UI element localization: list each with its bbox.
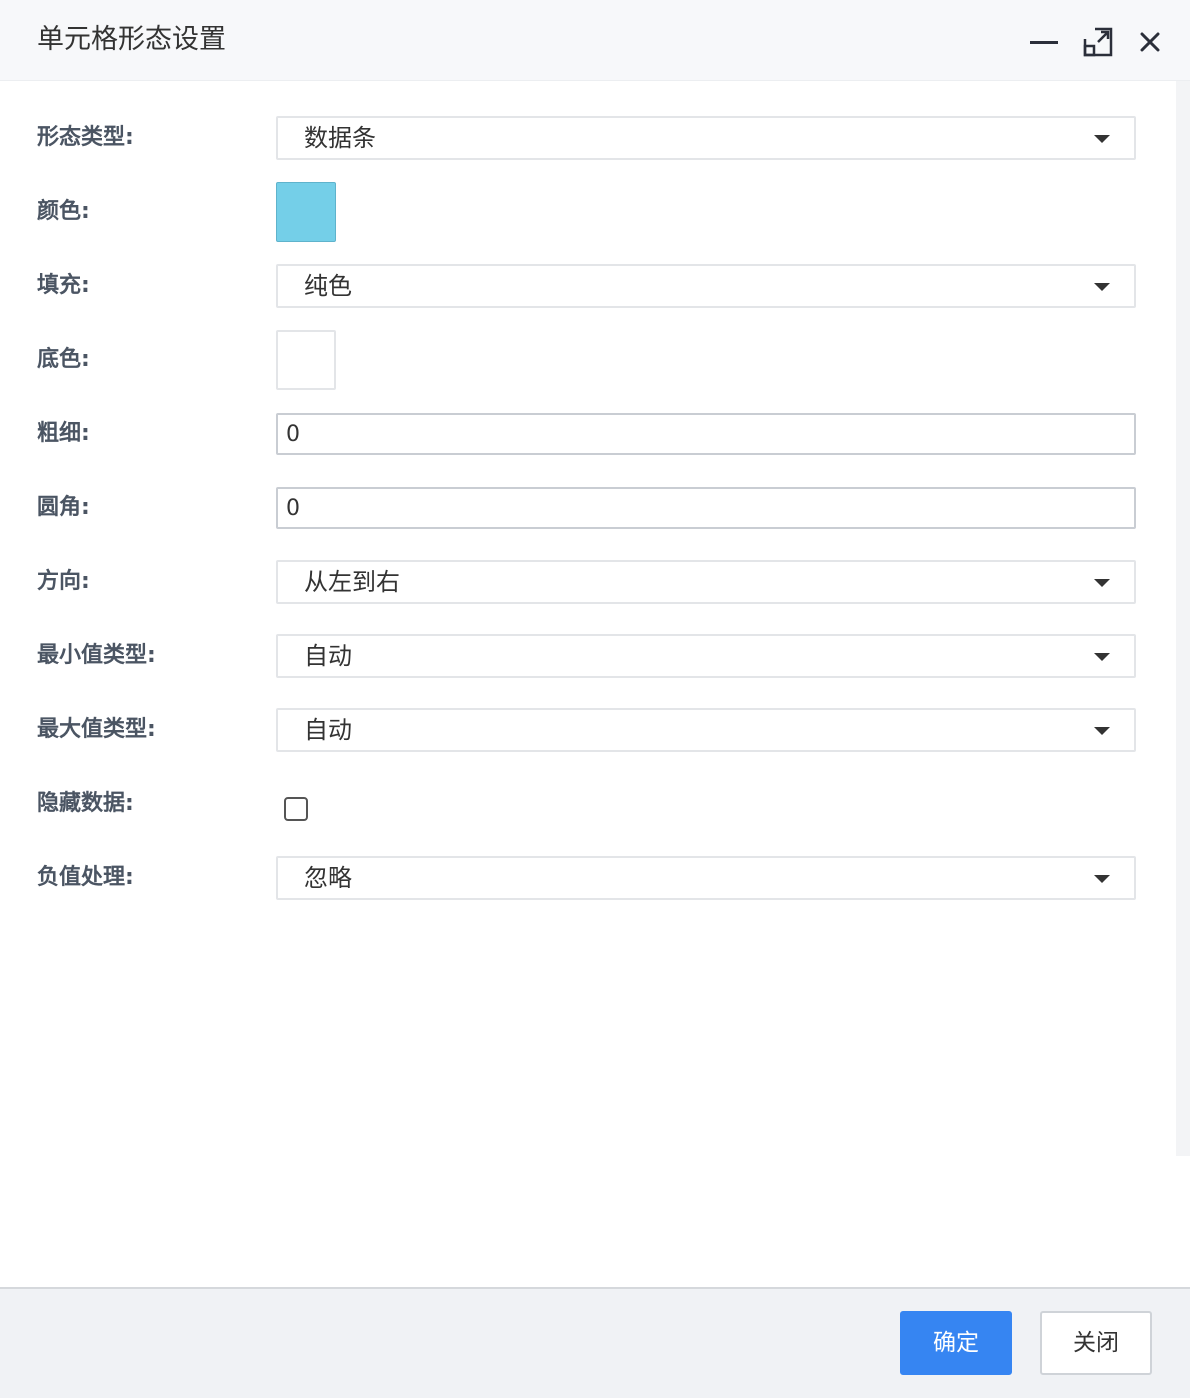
hide-data-label: 隐藏数据: (37, 791, 134, 816)
fill-value: 纯色 (304, 272, 352, 300)
maximize-button[interactable] (1082, 26, 1114, 58)
caret-down-icon (1094, 875, 1110, 883)
min-type-label: 最小值类型: (37, 643, 156, 668)
min-type-value: 自动 (304, 642, 352, 670)
shape-type-label: 形态类型: (37, 125, 134, 150)
max-type-select[interactable]: 自动 (276, 708, 1136, 752)
confirm-button[interactable]: 确定 (900, 1311, 1012, 1375)
shape-type-select[interactable]: 数据条 (276, 116, 1136, 160)
negative-label: 负值处理: (37, 865, 134, 890)
negative-select[interactable]: 忽略 (276, 856, 1136, 900)
caret-down-icon (1094, 653, 1110, 661)
radius-input[interactable] (276, 487, 1136, 529)
caret-down-icon (1094, 727, 1110, 735)
radius-label: 圆角: (37, 495, 90, 520)
direction-select[interactable]: 从左到右 (276, 560, 1136, 604)
thickness-input[interactable] (276, 413, 1136, 455)
min-type-select[interactable]: 自动 (276, 634, 1136, 678)
caret-down-icon (1094, 579, 1110, 587)
caret-down-icon (1094, 135, 1110, 143)
max-type-label: 最大值类型: (37, 717, 156, 742)
negative-value: 忽略 (304, 864, 352, 892)
color-label: 颜色: (37, 199, 90, 224)
dialog-content (0, 81, 1190, 1287)
fill-select[interactable]: 纯色 (276, 264, 1136, 308)
color-swatch[interactable] (276, 182, 336, 242)
close-dialog-button[interactable]: 关闭 (1040, 1311, 1152, 1375)
max-type-value: 自动 (304, 716, 352, 744)
caret-down-icon (1094, 283, 1110, 291)
dialog-titlebar: 单元格形态设置 (0, 0, 1190, 81)
thickness-label: 粗细: (37, 421, 90, 446)
dialog-title: 单元格形态设置 (37, 24, 226, 55)
close-icon (1140, 32, 1160, 52)
shape-type-value: 数据条 (304, 124, 376, 152)
fill-label: 填充: (37, 273, 90, 298)
direction-value: 从左到右 (304, 568, 400, 596)
base-color-swatch[interactable] (276, 330, 336, 390)
direction-label: 方向: (37, 569, 90, 594)
minimize-icon (1030, 41, 1058, 44)
base-color-label: 底色: (37, 347, 90, 372)
dialog-footer: 确定 关闭 (0, 1287, 1190, 1398)
hide-data-checkbox[interactable] (284, 797, 308, 821)
close-button[interactable] (1134, 26, 1166, 58)
minimize-button[interactable] (1028, 26, 1060, 58)
scrollbar-track[interactable] (1176, 81, 1190, 1156)
maximize-icon (1083, 27, 1113, 57)
